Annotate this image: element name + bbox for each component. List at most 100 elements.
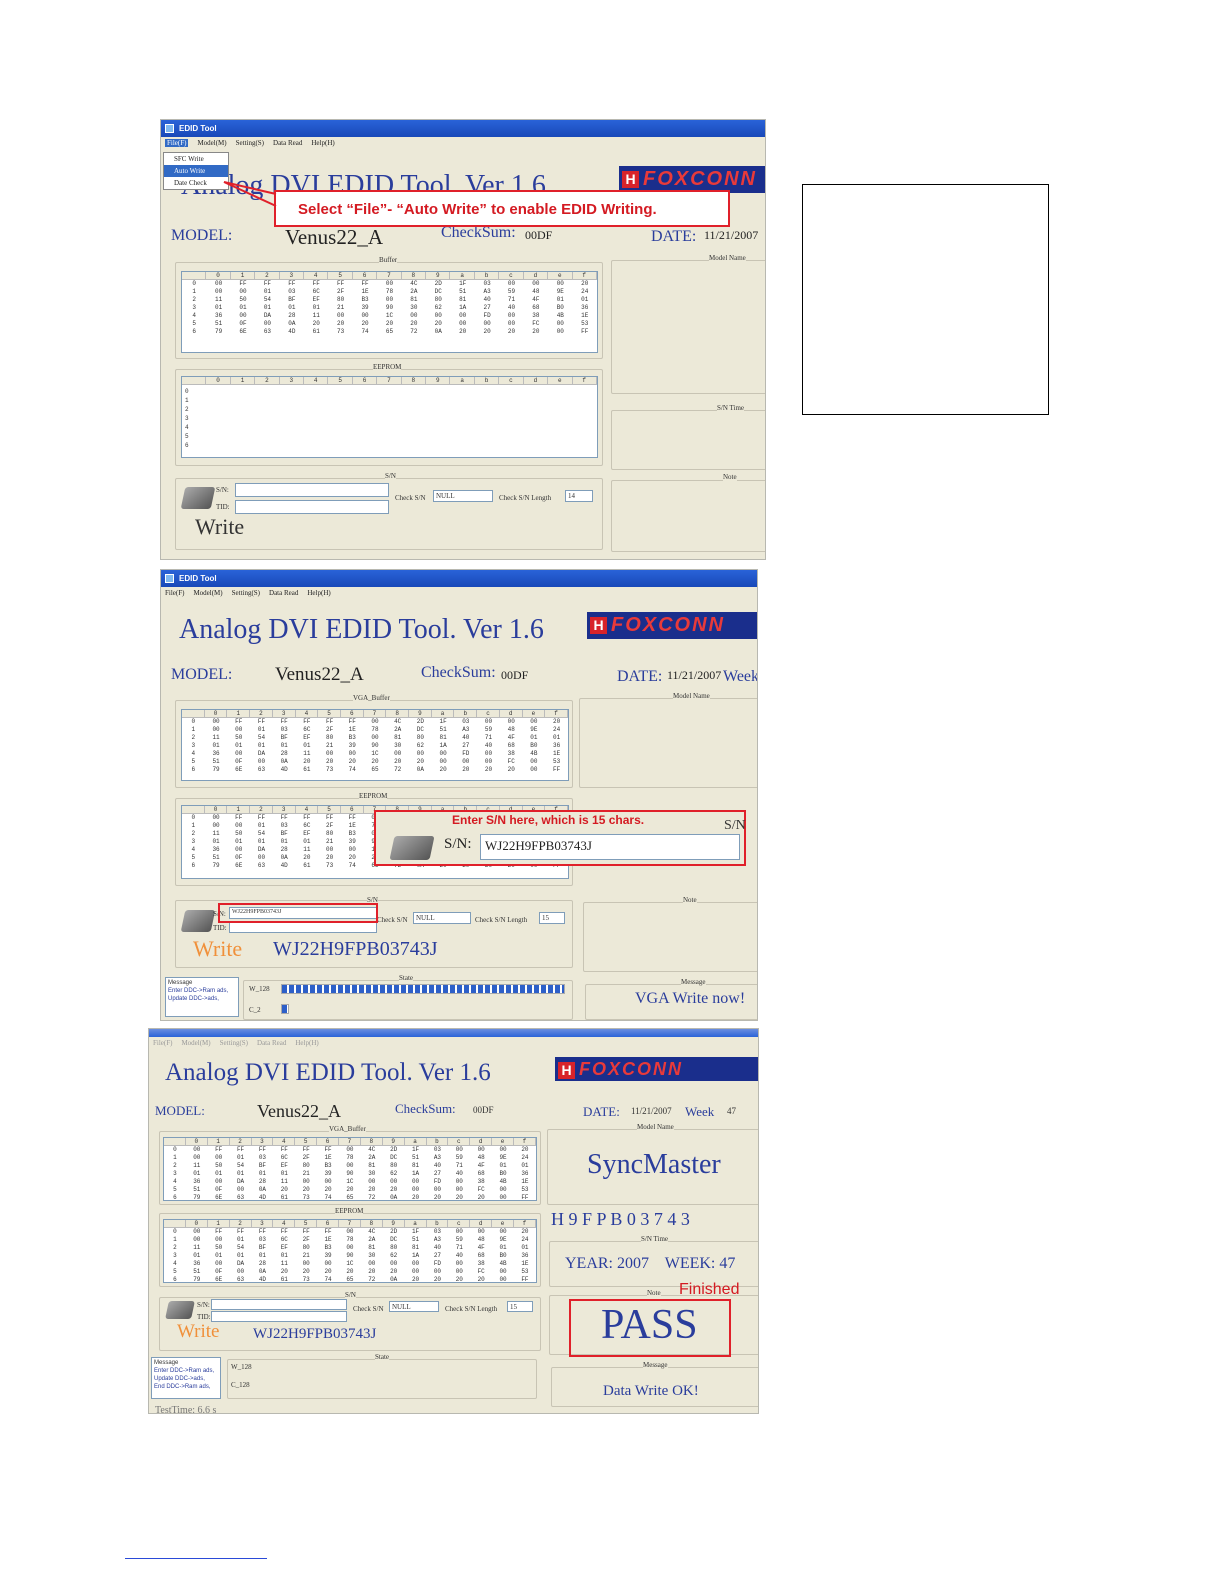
grid-cell[interactable]: 20: [426, 320, 450, 328]
grid-cell[interactable]: 00: [227, 846, 250, 854]
grid-cell[interactable]: FF: [230, 1146, 252, 1154]
tid-input-3[interactable]: [211, 1311, 347, 1322]
grid-cell[interactable]: 00: [318, 750, 341, 758]
grid-cell[interactable]: 81: [386, 734, 409, 742]
footer-link-underline[interactable]: [125, 1558, 267, 1559]
grid-cell[interactable]: 00: [208, 1154, 230, 1162]
grid-cell[interactable]: 20: [377, 320, 401, 328]
grid-cell[interactable]: BF: [273, 830, 296, 838]
grid-cell[interactable]: 59: [499, 288, 523, 296]
grid-cell[interactable]: 74: [317, 1276, 339, 1282]
grid-cell[interactable]: 01: [205, 742, 228, 750]
grid-cell[interactable]: 20: [361, 1186, 383, 1194]
grid-cell[interactable]: 00: [492, 1268, 514, 1276]
grid-cell[interactable]: 6E: [208, 1194, 230, 1200]
grid-cell[interactable]: 9E: [492, 1154, 514, 1162]
grid-cell[interactable]: 90: [339, 1170, 361, 1178]
grid-cell[interactable]: 27: [454, 742, 477, 750]
grid-cell[interactable]: 81: [361, 1244, 383, 1252]
grid-cell[interactable]: 00: [470, 1146, 492, 1154]
message-list-2[interactable]: Message Enter DDC->Ram ads, Update DDC->…: [165, 977, 239, 1017]
grid-cell[interactable]: 20: [499, 328, 523, 336]
grid-cell[interactable]: 20: [514, 1146, 536, 1154]
grid-cell[interactable]: 20: [296, 758, 319, 766]
grid-cell[interactable]: 20: [317, 1186, 339, 1194]
grid-cell[interactable]: 20: [383, 1186, 405, 1194]
grid-cell[interactable]: 0A: [426, 328, 450, 336]
grid-cell[interactable]: 01: [206, 304, 230, 312]
grid-cell[interactable]: 00: [477, 718, 500, 726]
grid-cell[interactable]: 20: [273, 1268, 295, 1276]
grid-cell[interactable]: 00: [295, 1260, 317, 1268]
grid-cell[interactable]: 81: [405, 1162, 427, 1170]
grid-cell[interactable]: 21: [318, 838, 341, 846]
grid-cell[interactable]: 4D: [252, 1276, 274, 1282]
grid-cell[interactable]: 11: [205, 734, 228, 742]
grid-cell[interactable]: 20: [341, 854, 364, 862]
grid-cell[interactable]: 20: [477, 766, 500, 774]
grid-cell[interactable]: 01: [230, 1252, 252, 1260]
grid-cell[interactable]: 90: [377, 304, 401, 312]
grid-cell[interactable]: 01: [250, 726, 273, 734]
grid-cell[interactable]: 01: [227, 742, 250, 750]
grid-cell[interactable]: 4D: [252, 1194, 274, 1200]
grid-cell[interactable]: 00: [409, 750, 432, 758]
grid-cell[interactable]: 20: [545, 718, 568, 726]
vga-buffer-grid-3[interactable]: 0 1 2 3 4 5 6 7 8 9 a b c d e f 0 00 FF FF FF FF FF FF 00 4C 2D 1F 0…: [163, 1137, 537, 1201]
grid-cell[interactable]: 00: [328, 312, 352, 320]
grid-cell[interactable]: 51: [186, 1268, 208, 1276]
grid-cell[interactable]: 01: [304, 304, 328, 312]
grid-cell[interactable]: 78: [339, 1236, 361, 1244]
grid-cell[interactable]: FC: [500, 758, 523, 766]
grid-cell[interactable]: 01: [227, 838, 250, 846]
grid-cell[interactable]: 20: [353, 320, 377, 328]
grid-cell[interactable]: 27: [475, 304, 499, 312]
grid-cell[interactable]: 4B: [548, 312, 572, 320]
grid-cell[interactable]: 00: [432, 758, 455, 766]
grid-cell[interactable]: 39: [353, 304, 377, 312]
grid-cell[interactable]: 71: [499, 296, 523, 304]
grid-cell[interactable]: 28: [280, 312, 304, 320]
grid-cell[interactable]: 54: [230, 1244, 252, 1252]
grid-cell[interactable]: 00: [341, 750, 364, 758]
grid-cell[interactable]: 61: [273, 1194, 295, 1200]
grid-cell[interactable]: 72: [386, 766, 409, 774]
grid-cell[interactable]: 81: [450, 296, 474, 304]
grid-cell[interactable]: FD: [475, 312, 499, 320]
grid-cell[interactable]: 00: [250, 854, 273, 862]
grid-cell[interactable]: 01: [573, 296, 597, 304]
grid-cell[interactable]: 11: [304, 312, 328, 320]
menu-setting-2[interactable]: Setting(S): [232, 589, 260, 597]
check-sn-length-input-2[interactable]: 15: [539, 912, 565, 924]
grid-cell[interactable]: 11: [186, 1162, 208, 1170]
grid-cell[interactable]: 00: [318, 846, 341, 854]
tid-input[interactable]: [235, 500, 389, 514]
grid-cell[interactable]: 00: [186, 1236, 208, 1244]
grid-cell[interactable]: 63: [250, 766, 273, 774]
grid-cell[interactable]: 2F: [295, 1154, 317, 1162]
grid-cell[interactable]: 79: [186, 1194, 208, 1200]
grid-cell[interactable]: 4C: [386, 718, 409, 726]
grid-cell[interactable]: FF: [317, 1228, 339, 1236]
grid-cell[interactable]: 1C: [339, 1178, 361, 1186]
grid-cell[interactable]: B0: [523, 742, 546, 750]
grid-cell[interactable]: FF: [208, 1146, 230, 1154]
grid-cell[interactable]: FF: [573, 328, 597, 336]
grid-cell[interactable]: 1E: [317, 1154, 339, 1162]
grid-cell[interactable]: 00: [339, 1162, 361, 1170]
menu-item-date-check[interactable]: Date Check: [164, 177, 228, 189]
grid-cell[interactable]: 00: [523, 758, 546, 766]
grid-cell[interactable]: 48: [470, 1236, 492, 1244]
grid-cell[interactable]: FF: [231, 280, 255, 288]
grid-cell[interactable]: 00: [341, 846, 364, 854]
grid-cell[interactable]: 11: [296, 846, 319, 854]
grid-cell[interactable]: 01: [230, 1154, 252, 1162]
grid-cell[interactable]: 20: [339, 1186, 361, 1194]
grid-cell[interactable]: 00: [208, 1178, 230, 1186]
grid-cell[interactable]: 28: [273, 750, 296, 758]
grid-cell[interactable]: FF: [227, 718, 250, 726]
grid-cell[interactable]: 79: [205, 862, 228, 870]
grid-cell[interactable]: 80: [318, 734, 341, 742]
grid-cell[interactable]: 53: [573, 320, 597, 328]
grid-cell[interactable]: 6E: [231, 328, 255, 336]
